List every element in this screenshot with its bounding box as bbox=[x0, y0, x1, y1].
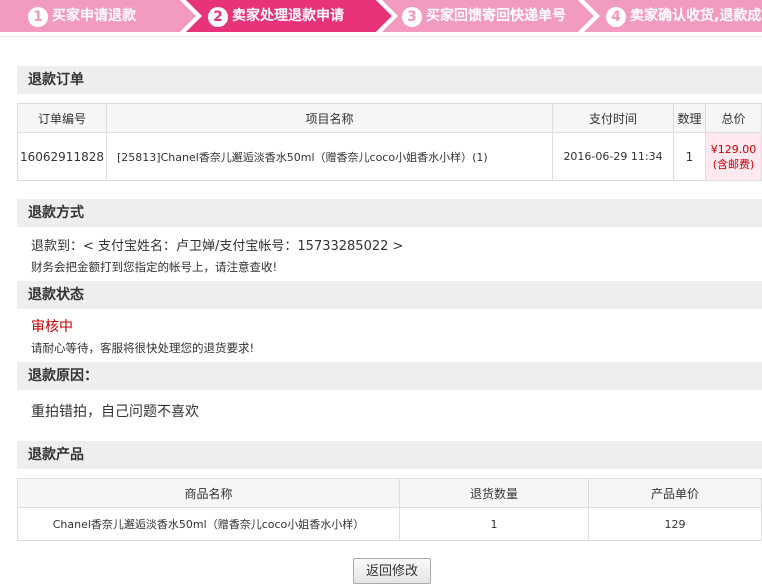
col-total: 总价 bbox=[705, 103, 762, 133]
unit-price: 129 bbox=[588, 507, 762, 541]
price-note: (含邮费) bbox=[712, 157, 755, 171]
step-3: 3 买家回馈寄回快递单号 bbox=[402, 0, 566, 32]
return-edit-button[interactable]: 返回修改 bbox=[353, 558, 431, 584]
price-value: ¥129.00 bbox=[710, 142, 757, 156]
product-name: Chanel香奈儿邂逅淡香水50ml（赠香奈儿coco小姐香水小样） bbox=[17, 507, 400, 541]
order-table: 订单编号 项目名称 支付时间 数理 总价 16062911828 [25813]… bbox=[17, 103, 762, 181]
product-table: 商品名称 退货数量 产品单价 Chanel香奈儿邂逅淡香水50ml（赠香奈儿co… bbox=[17, 478, 762, 541]
step-1-number: 1 bbox=[28, 7, 48, 27]
status-section-title: 退款状态 bbox=[17, 281, 762, 309]
order-table-header: 订单编号 项目名称 支付时间 数理 总价 bbox=[17, 103, 762, 133]
step-1: 1 买家申请退款 bbox=[28, 0, 136, 32]
refund-account-note: 财务会把金额打到您指定的帐号上，请注意查收! bbox=[31, 260, 278, 274]
pay-time: 2016-06-29 11:34 bbox=[552, 132, 674, 181]
col-return-qty: 退货数量 bbox=[399, 478, 589, 508]
refund-account: 退款到：< 支付宝姓名：卢卫婵/支付宝帐号：15733285022 > bbox=[31, 239, 404, 254]
step-1-label: 买家申请退款 bbox=[52, 8, 136, 24]
reason-section-title: 退款原因： bbox=[17, 362, 762, 390]
col-qty: 数理 bbox=[673, 103, 706, 133]
total-price: ¥129.00 (含邮费) bbox=[705, 132, 762, 181]
step-2-label: 卖家处理退款申请 bbox=[232, 8, 344, 24]
step-3-number: 3 bbox=[402, 7, 422, 27]
status-badge: 审核中 bbox=[31, 319, 73, 335]
item-name: [25813]Chanel香奈儿邂逅淡香水50ml（赠香奈儿coco小姐香水小样… bbox=[106, 132, 553, 181]
step-4: 4 卖家确认收货,退款成 bbox=[606, 0, 761, 32]
refund-detail: 退款订单 订单编号 项目名称 支付时间 数理 总价 16062911828 [2… bbox=[17, 66, 762, 541]
quantity: 1 bbox=[673, 132, 706, 181]
table-row: 16062911828 [25813]Chanel香奈儿邂逅淡香水50ml（赠香… bbox=[17, 132, 762, 181]
step-3-label: 买家回馈寄回快递单号 bbox=[426, 8, 566, 24]
product-section-title: 退款产品 bbox=[17, 441, 762, 469]
return-quantity: 1 bbox=[399, 507, 589, 541]
step-4-label: 卖家确认收货,退款成 bbox=[630, 8, 762, 24]
divider bbox=[0, 36, 762, 37]
step-4-number: 4 bbox=[606, 7, 626, 27]
col-order-no: 订单编号 bbox=[17, 103, 107, 133]
refund-reason: 重拍错拍，自己问题不喜欢 bbox=[31, 404, 199, 420]
method-section-title: 退款方式 bbox=[17, 199, 762, 227]
status-note: 请耐心等待，客服将很快处理您的退货要求! bbox=[31, 341, 255, 355]
table-row: Chanel香奈儿邂逅淡香水50ml（赠香奈儿coco小姐香水小样） 1 129 bbox=[17, 507, 762, 541]
col-item-name: 项目名称 bbox=[106, 103, 553, 133]
col-unit-price: 产品单价 bbox=[588, 478, 762, 508]
step-2-number: 2 bbox=[208, 7, 228, 27]
col-pay-time: 支付时间 bbox=[552, 103, 674, 133]
product-table-header: 商品名称 退货数量 产品单价 bbox=[17, 478, 762, 508]
step-2: 2 卖家处理退款申请 bbox=[208, 0, 344, 32]
col-product-name: 商品名称 bbox=[17, 478, 400, 508]
progress-steps: 1 买家申请退款 2 卖家处理退款申请 3 买家回馈寄回快递单号 4 卖家确认收货,退款… bbox=[0, 0, 762, 32]
order-number: 16062911828 bbox=[17, 132, 107, 181]
order-section-title: 退款订单 bbox=[17, 66, 762, 94]
